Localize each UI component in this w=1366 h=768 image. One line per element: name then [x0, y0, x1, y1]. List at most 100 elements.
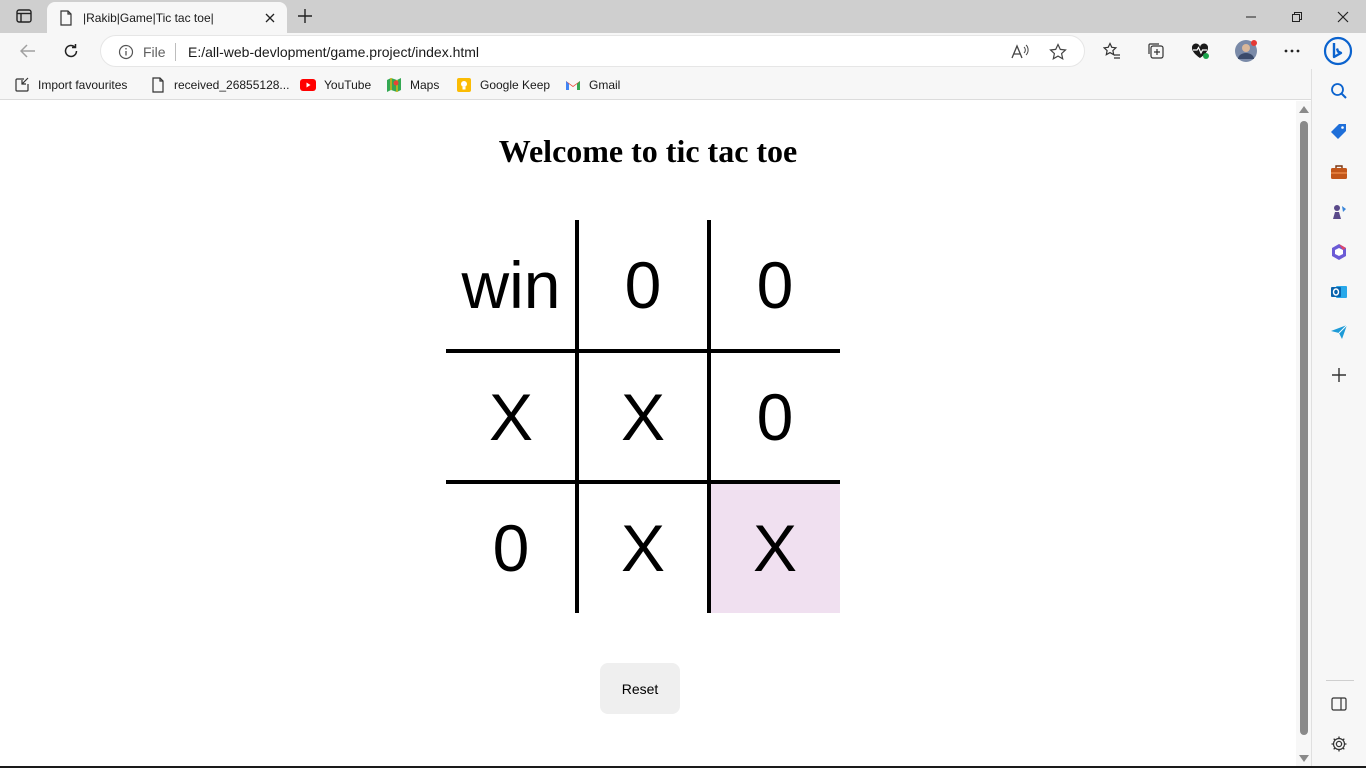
page-content: Welcome to tic tac toe win 0 0 X X 0 0 X…: [0, 101, 1296, 766]
page-icon: [60, 9, 72, 26]
title-bar: |Rakib|Game|Tic tac toe|: [0, 0, 1366, 33]
close-tab-button[interactable]: [259, 7, 281, 29]
outlook-icon: [1331, 286, 1347, 298]
sidebar-divider: [1326, 680, 1354, 681]
bookmark-label: Gmail: [589, 78, 621, 92]
tag-icon: [1331, 124, 1346, 139]
import-icon: [14, 77, 30, 93]
cell-r1-c1[interactable]: win: [446, 220, 576, 350]
youtube-icon: [300, 77, 316, 93]
bookmark-maps[interactable]: Maps: [386, 75, 439, 95]
address-bar[interactable]: File E:/all-web-devlopment/game.project/…: [100, 35, 1085, 67]
grid-line-vertical-1: [575, 220, 579, 613]
settings-more-button[interactable]: [1277, 36, 1307, 66]
scroll-thumb[interactable]: [1300, 121, 1308, 735]
page-title: Welcome to tic tac toe: [498, 133, 798, 169]
scroll-down-arrow[interactable]: [1299, 755, 1309, 762]
office-icon: [1332, 244, 1346, 260]
bookmark-import-favourites[interactable]: Import favourites: [14, 75, 127, 95]
sidebar-hide-button[interactable]: [1327, 692, 1351, 716]
minimize-icon: [1246, 16, 1256, 17]
search-icon: [1331, 83, 1347, 99]
grid-line-horizontal-1: [446, 349, 840, 353]
cell-r3-c1[interactable]: 0: [446, 483, 576, 613]
game-board: win 0 0 X X 0 0 X X: [446, 220, 840, 613]
tab-actions-icon: [16, 9, 32, 23]
restore-button[interactable]: [1274, 0, 1320, 33]
gmail-icon: [565, 77, 581, 93]
sidebar-panel-icon: [1331, 697, 1347, 711]
cell-r2-c1[interactable]: X: [446, 352, 576, 482]
bookmark-label: received_26855128...: [174, 78, 290, 92]
gear-icon: [1331, 736, 1347, 752]
sidebar-outlook-button[interactable]: [1327, 280, 1351, 304]
sidebar-games-button[interactable]: [1327, 200, 1351, 224]
plus-icon: [298, 9, 312, 23]
toolbar: File E:/all-web-devlopment/game.project/…: [0, 33, 1366, 69]
profile-button[interactable]: [1231, 36, 1261, 66]
tab-title: |Rakib|Game|Tic tac toe|: [83, 10, 214, 25]
page-scrollbar[interactable]: [1296, 101, 1311, 766]
bing-icon: [1323, 36, 1353, 66]
grid-line-horizontal-2: [446, 480, 840, 484]
star-icon: [1049, 43, 1067, 60]
new-tab-button[interactable]: [292, 4, 318, 28]
favorites-list-icon: [1103, 42, 1120, 59]
paper-plane-icon: [1331, 324, 1348, 339]
chess-piece-icon: [1333, 205, 1346, 219]
back-button[interactable]: [13, 36, 43, 66]
plus-icon: [1332, 368, 1346, 382]
cell-r3-c3[interactable]: X: [710, 483, 840, 613]
bookmark-received-file[interactable]: received_26855128...: [150, 75, 289, 95]
bookmarks-bar: Import favourites received_26855128... Y…: [0, 69, 1366, 100]
close-icon: [265, 13, 275, 22]
bookmark-google-keep[interactable]: Google Keep: [456, 75, 550, 95]
address-url[interactable]: E:/all-web-devlopment/game.project/index…: [188, 44, 479, 60]
edge-sidebar: [1311, 69, 1366, 768]
read-aloud-icon: [1011, 44, 1029, 59]
sidebar-tools-button[interactable]: [1327, 160, 1351, 184]
refresh-icon: [64, 44, 78, 58]
scroll-up-arrow[interactable]: [1299, 106, 1309, 113]
cell-r1-c2[interactable]: 0: [578, 220, 708, 350]
cell-r3-c2[interactable]: X: [578, 483, 708, 613]
tab-actions-button[interactable]: [8, 4, 40, 28]
grid-line-vertical-2: [707, 220, 711, 613]
restore-icon: [1292, 11, 1302, 22]
favorite-button[interactable]: [1047, 42, 1069, 62]
bookmark-gmail[interactable]: Gmail: [565, 75, 620, 95]
favorites-button[interactable]: [1097, 36, 1127, 66]
bing-copilot-button[interactable]: [1322, 35, 1354, 67]
sidebar-office-button[interactable]: [1327, 240, 1351, 264]
active-tab[interactable]: |Rakib|Game|Tic tac toe|: [47, 2, 287, 33]
file-icon: [150, 77, 166, 93]
reset-button[interactable]: Reset: [600, 663, 680, 714]
cell-r2-c3[interactable]: 0: [710, 352, 840, 482]
cell-r2-c2[interactable]: X: [578, 352, 708, 482]
bookmark-label: Google Keep: [480, 78, 551, 92]
collections-button[interactable]: [1141, 36, 1171, 66]
collections-icon: [1148, 43, 1164, 59]
sidebar-shopping-button[interactable]: [1327, 120, 1351, 144]
avatar: [1235, 40, 1257, 62]
heart-pulse-icon: [1191, 43, 1209, 59]
sidebar-drop-button[interactable]: [1327, 320, 1351, 344]
minimize-button[interactable]: [1228, 0, 1274, 33]
keep-icon: [456, 77, 472, 93]
bookmark-label: YouTube: [324, 78, 372, 92]
window-close-button[interactable]: [1320, 0, 1366, 33]
toolbox-icon: [1331, 165, 1347, 179]
read-aloud-button[interactable]: [1009, 42, 1031, 62]
bookmark-label: Import favourites: [38, 78, 128, 92]
bookmark-youtube[interactable]: YouTube: [300, 75, 371, 95]
cell-r1-c3[interactable]: 0: [710, 220, 840, 350]
sidebar-add-button[interactable]: [1327, 363, 1351, 387]
browser-essentials-button[interactable]: [1185, 36, 1215, 66]
refresh-button[interactable]: [56, 36, 86, 66]
maps-icon: [386, 77, 402, 93]
sidebar-search-button[interactable]: [1327, 79, 1351, 103]
bookmark-label: Maps: [410, 78, 440, 92]
sidebar-settings-button[interactable]: [1327, 732, 1351, 756]
address-scheme: File: [143, 44, 166, 60]
close-icon: [1337, 11, 1349, 22]
